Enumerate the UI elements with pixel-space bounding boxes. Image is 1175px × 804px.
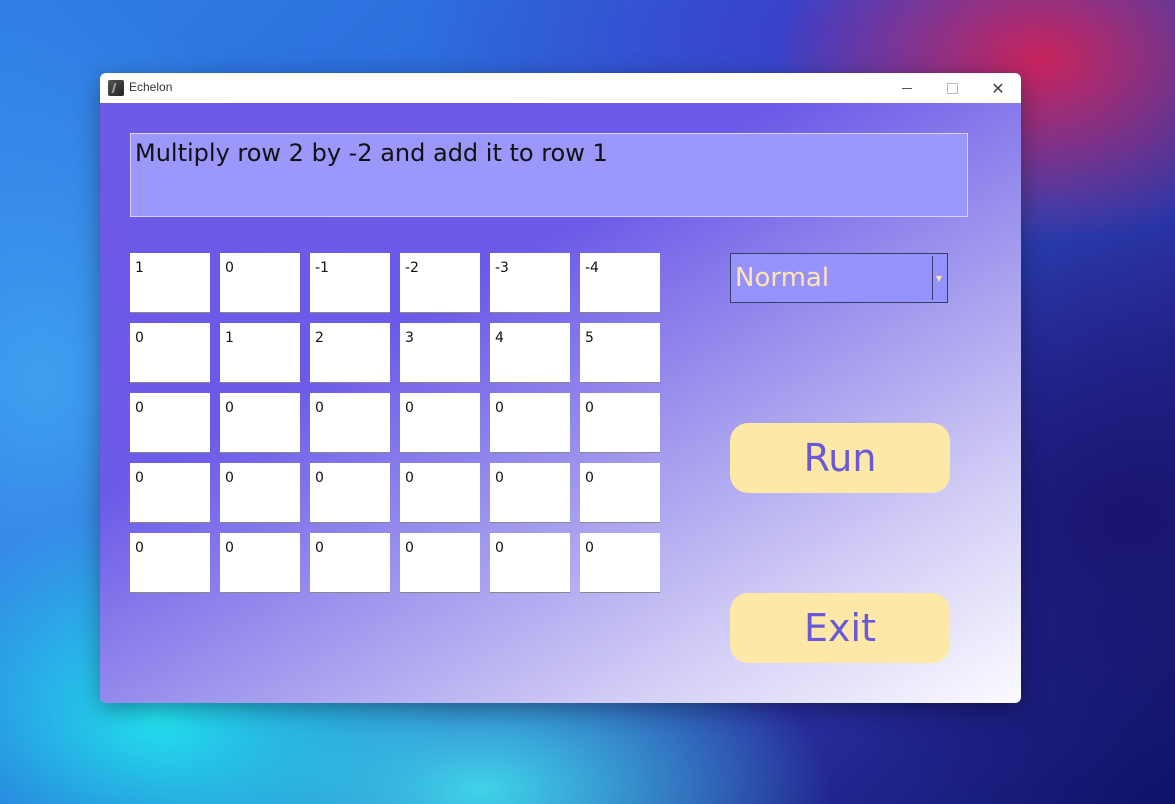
matrix-cell-r2-c1[interactable]: 0 <box>130 323 210 383</box>
client-area: Multiply row 2 by -2 and add it to row 1… <box>100 103 1021 703</box>
close-icon: ✕ <box>991 78 1005 98</box>
matrix-cell-r1-c5[interactable]: -3 <box>490 253 570 313</box>
matrix-cell-r5-c5[interactable]: 0 <box>490 533 570 593</box>
matrix-cell-r4-c5[interactable]: 0 <box>490 463 570 523</box>
exit-button[interactable]: Exit <box>730 593 950 663</box>
matrix-cell-r2-c6[interactable]: 5 <box>580 323 660 383</box>
matrix-cell-r5-c3[interactable]: 0 <box>310 533 390 593</box>
run-button[interactable]: Run <box>730 423 950 493</box>
matrix-cell-r1-c1[interactable]: 1 <box>130 253 210 313</box>
mode-select[interactable]: Normal ▼ <box>730 253 948 303</box>
matrix-cell-r3-c2[interactable]: 0 <box>220 393 300 453</box>
matrix-cell-r2-c2[interactable]: 1 <box>220 323 300 383</box>
matrix-cell-r2-c3[interactable]: 2 <box>310 323 390 383</box>
matrix-cell-r4-c2[interactable]: 0 <box>220 463 300 523</box>
matrix-cell-r2-c4[interactable]: 3 <box>400 323 480 383</box>
matrix-cell-r1-c3[interactable]: -1 <box>310 253 390 313</box>
matrix-cell-r3-c5[interactable]: 0 <box>490 393 570 453</box>
matrix-cell-r3-c4[interactable]: 0 <box>400 393 480 453</box>
step-message: Multiply row 2 by -2 and add it to row 1 <box>130 133 968 217</box>
matrix-cell-r2-c5[interactable]: 4 <box>490 323 570 383</box>
window-title: Echelon <box>129 80 173 94</box>
maximize-icon <box>946 82 958 94</box>
minimize-icon <box>902 87 912 89</box>
matrix-cell-r3-c1[interactable]: 0 <box>130 393 210 453</box>
title-bar[interactable]: Echelon ✕ <box>100 73 1021 104</box>
matrix-cell-r5-c2[interactable]: 0 <box>220 533 300 593</box>
maximize-button[interactable] <box>929 73 975 103</box>
matrix-cell-r4-c6[interactable]: 0 <box>580 463 660 523</box>
minimize-button[interactable] <box>884 73 930 103</box>
matrix-cell-r1-c2[interactable]: 0 <box>220 253 300 313</box>
matrix-cell-r3-c6[interactable]: 0 <box>580 393 660 453</box>
matrix-cell-r5-c4[interactable]: 0 <box>400 533 480 593</box>
app-window: Echelon ✕ Multiply row 2 by -2 and add i… <box>100 73 1021 703</box>
matrix-cell-r4-c3[interactable]: 0 <box>310 463 390 523</box>
matrix-cell-r1-c6[interactable]: -4 <box>580 253 660 313</box>
matrix-cell-r4-c4[interactable]: 0 <box>400 463 480 523</box>
matrix-cell-r4-c1[interactable]: 0 <box>130 463 210 523</box>
matrix-cell-r3-c3[interactable]: 0 <box>310 393 390 453</box>
close-button[interactable]: ✕ <box>975 73 1021 103</box>
app-icon <box>108 80 124 96</box>
matrix-cell-r5-c6[interactable]: 0 <box>580 533 660 593</box>
matrix-cell-r5-c1[interactable]: 0 <box>130 533 210 593</box>
matrix-cell-r1-c4[interactable]: -2 <box>400 253 480 313</box>
chevron-down-icon[interactable]: ▼ <box>932 256 945 300</box>
mode-select-value: Normal <box>735 263 830 293</box>
